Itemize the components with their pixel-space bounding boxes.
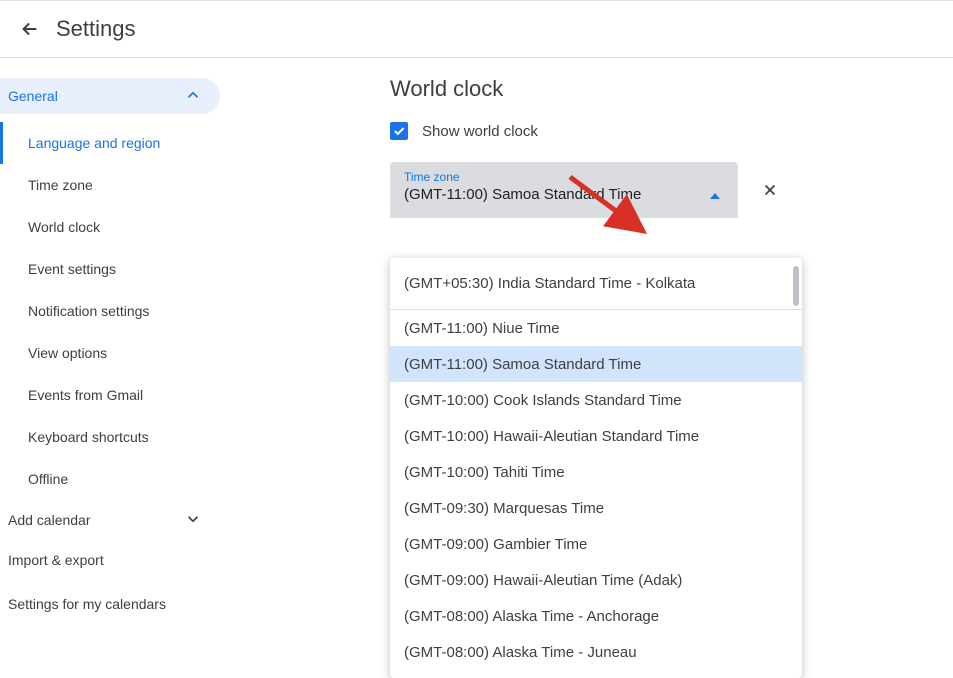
menu-option[interactable]: (GMT-09:30) Marquesas Time xyxy=(390,490,802,526)
dropdown-value: (GMT-11:00) Samoa Standard Time xyxy=(404,186,724,203)
sidebar-add-calendar[interactable]: Add calendar xyxy=(0,500,250,540)
menu-option-label: (GMT-10:00) Tahiti Time xyxy=(404,464,565,481)
menu-option[interactable]: (GMT-09:00) Hawaii-Aleutian Time (Adak) xyxy=(390,562,802,598)
show-world-clock-checkbox[interactable] xyxy=(390,122,408,140)
timezone-dropdown-menu: (GMT+05:30) India Standard Time - Kolkat… xyxy=(390,258,802,678)
menu-option-label: (GMT-09:00) Hawaii-Aleutian Time (Adak) xyxy=(404,572,682,589)
sidebar-row-label: Import & export xyxy=(8,552,104,568)
main: World clock Show world clock Time zone (… xyxy=(250,58,953,629)
sidebar-import-export[interactable]: Import & export xyxy=(0,540,250,580)
sidebar-row-label: Add calendar xyxy=(8,512,91,528)
back-button[interactable] xyxy=(12,11,48,47)
menu-option-label: (GMT-09:00) Gambier Time xyxy=(404,536,587,553)
sidebar-item-events-gmail[interactable]: Events from Gmail xyxy=(0,374,250,416)
sidebar-item-keyboard-shortcuts[interactable]: Keyboard shortcuts xyxy=(0,416,250,458)
menu-option[interactable]: (GMT-08:00) Alaska Time - Juneau xyxy=(390,634,802,670)
menu-option-label: (GMT-08:00) Alaska Time - Anchorage xyxy=(404,608,659,625)
sidebar-item-view-options[interactable]: View options xyxy=(0,332,250,374)
menu-option[interactable]: (GMT-11:00) Niue Time xyxy=(390,310,802,346)
scrollbar[interactable] xyxy=(793,266,799,306)
menu-option[interactable]: (GMT-10:00) Hawaii-Aleutian Standard Tim… xyxy=(390,418,802,454)
sidebar: General Language and region Time zone Wo… xyxy=(0,58,250,629)
timezone-dropdown[interactable]: Time zone (GMT-11:00) Samoa Standard Tim… xyxy=(390,162,738,218)
close-icon xyxy=(761,181,779,199)
arrow-left-icon xyxy=(19,18,41,40)
sidebar-section-label: General xyxy=(8,88,58,104)
sidebar-item-label: Notification settings xyxy=(28,303,149,319)
content: General Language and region Time zone Wo… xyxy=(0,58,953,629)
dropdown-label: Time zone xyxy=(404,170,724,184)
menu-option[interactable]: (GMT-09:00) Gambier Time xyxy=(390,526,802,562)
sidebar-items: Language and region Time zone World cloc… xyxy=(0,122,250,500)
caret-up-icon xyxy=(710,186,720,204)
section-title: World clock xyxy=(390,76,953,102)
sidebar-item-label: World clock xyxy=(28,219,100,235)
menu-option-label: (GMT-11:00) Niue Time xyxy=(404,320,560,337)
menu-option-label: (GMT+05:30) India Standard Time - Kolkat… xyxy=(404,275,695,292)
sidebar-item-label: Event settings xyxy=(28,261,116,277)
menu-option[interactable]: (GMT-10:00) Cook Islands Standard Time xyxy=(390,382,802,418)
remove-timezone-button[interactable] xyxy=(756,176,784,204)
checkbox-label: Show world clock xyxy=(422,123,538,140)
sidebar-item-language-region[interactable]: Language and region xyxy=(0,122,250,164)
checkbox-row: Show world clock xyxy=(390,122,953,140)
sidebar-item-offline[interactable]: Offline xyxy=(0,458,250,500)
menu-option[interactable]: (GMT-10:00) Tahiti Time xyxy=(390,454,802,490)
sidebar-section-general[interactable]: General xyxy=(0,78,220,114)
sidebar-item-world-clock[interactable]: World clock xyxy=(0,206,250,248)
topbar: Settings xyxy=(0,0,953,58)
sidebar-item-label: Events from Gmail xyxy=(28,387,143,403)
page-title: Settings xyxy=(56,16,136,42)
menu-option-label: (GMT-09:30) Marquesas Time xyxy=(404,500,604,517)
sidebar-item-label: Offline xyxy=(28,471,68,487)
menu-option-label: (GMT-08:00) Alaska Time - Juneau xyxy=(404,644,637,661)
sidebar-item-label: Keyboard shortcuts xyxy=(28,429,149,445)
chevron-down-icon xyxy=(184,510,202,531)
dropdown-row: Time zone (GMT-11:00) Samoa Standard Tim… xyxy=(390,162,953,218)
menu-option[interactable]: (GMT-11:00) Samoa Standard Time xyxy=(390,346,802,382)
menu-option-label: (GMT-10:00) Hawaii-Aleutian Standard Tim… xyxy=(404,428,699,445)
menu-option-label: (GMT-11:00) Samoa Standard Time xyxy=(404,356,641,373)
sidebar-item-time-zone[interactable]: Time zone xyxy=(0,164,250,206)
sidebar-item-notification-settings[interactable]: Notification settings xyxy=(0,290,250,332)
sidebar-item-event-settings[interactable]: Event settings xyxy=(0,248,250,290)
sidebar-item-label: Time zone xyxy=(28,177,93,193)
chevron-up-icon xyxy=(184,86,202,107)
menu-option[interactable]: (GMT+05:30) India Standard Time - Kolkat… xyxy=(390,266,802,310)
sidebar-item-label: View options xyxy=(28,345,107,361)
sidebar-footer: Settings for my calendars xyxy=(0,580,250,612)
sidebar-item-label: Language and region xyxy=(28,135,160,151)
check-icon xyxy=(392,124,406,138)
menu-option-label: (GMT-10:00) Cook Islands Standard Time xyxy=(404,392,682,409)
